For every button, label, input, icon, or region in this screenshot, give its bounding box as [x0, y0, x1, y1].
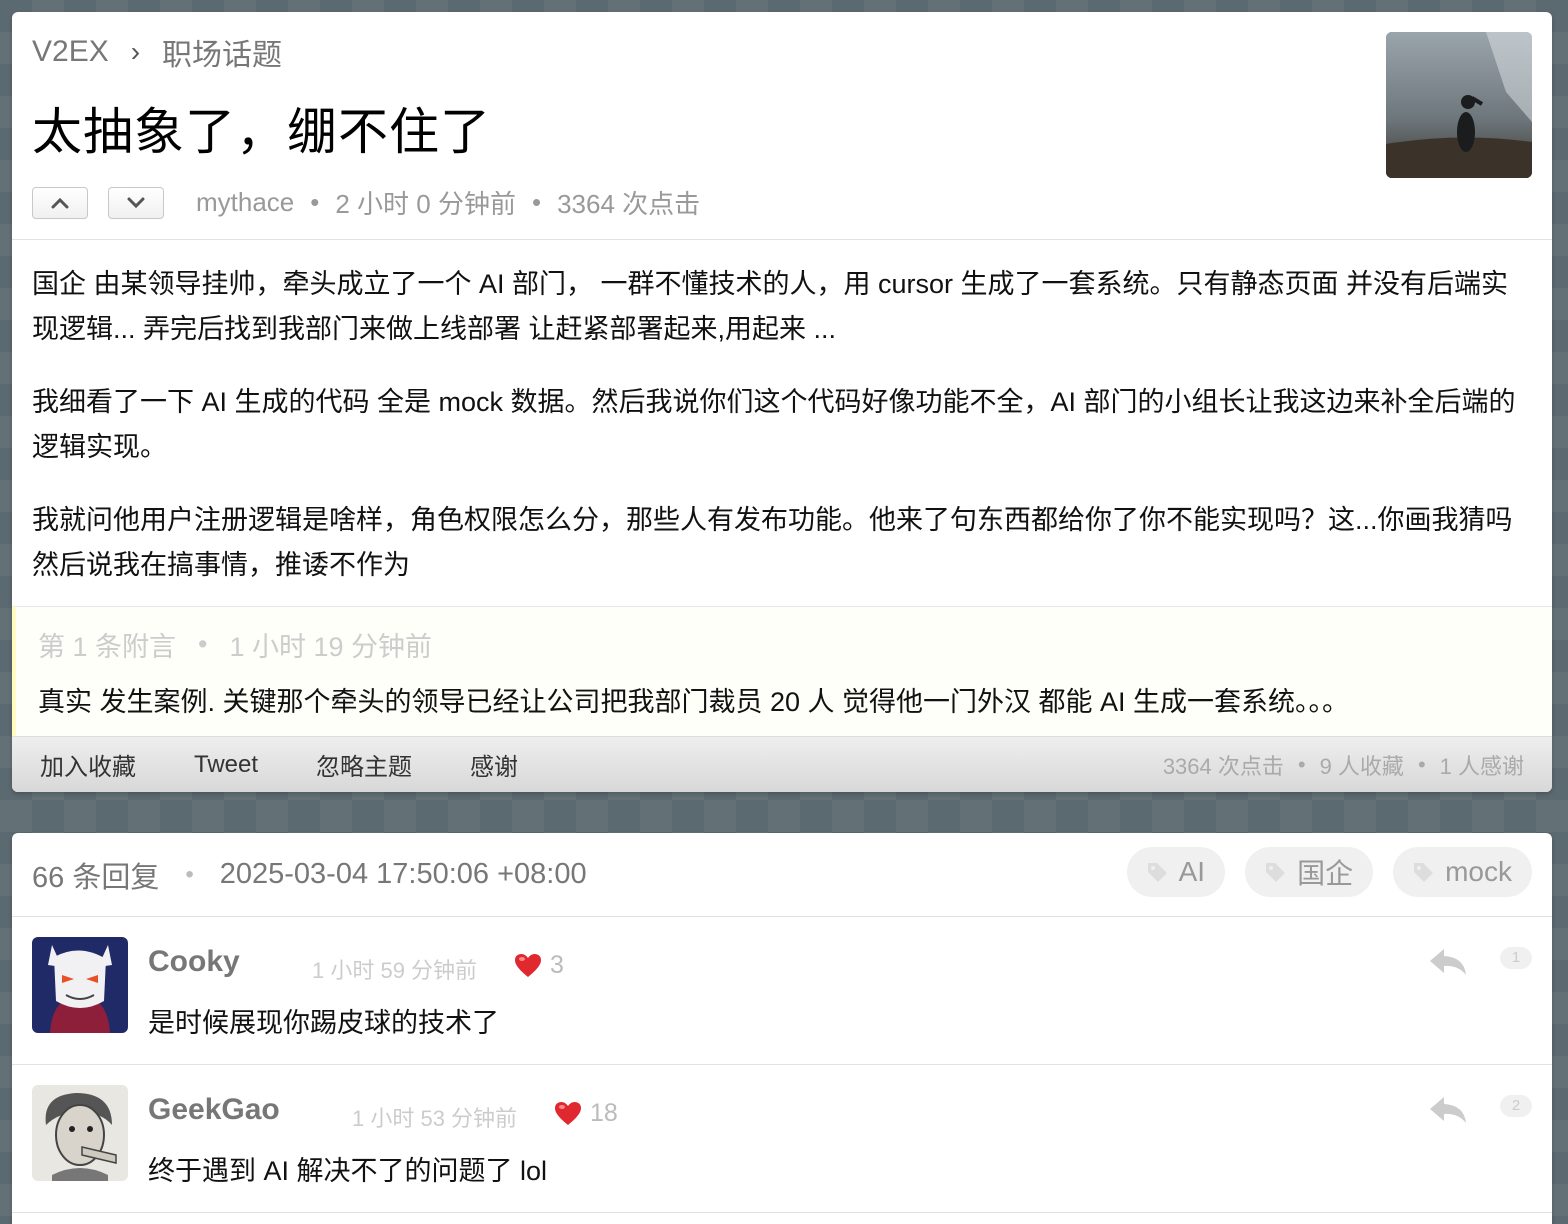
ignore-topic-button[interactable]: 忽略主题 [316, 747, 412, 782]
stat-clicks: 3364 次点击 [1162, 753, 1284, 779]
topic-paragraph: 国企 由某领导挂帅，牵头成立了一个 AI 部门， 一群不懂技术的人，用 curs… [32, 269, 1509, 344]
tag-icon [1147, 863, 1167, 882]
topic-time: 2 小时 0 分钟前 [335, 189, 516, 219]
tag-ai[interactable]: AI [1126, 847, 1226, 897]
reply-likes: 3 [514, 951, 564, 980]
meta-dot: • [310, 187, 320, 217]
reply-number: 1 [1500, 947, 1532, 969]
reply-count: 66 条回复 [32, 861, 160, 894]
reply-time: 1 小时 59 分钟前 [312, 958, 478, 983]
page-title: 太抽象了，绷不住了 [32, 104, 491, 160]
favorite-button[interactable]: 加入收藏 [40, 747, 136, 782]
appendix-label: 第 1 条附言 [38, 632, 177, 662]
reply-button[interactable] [1428, 947, 1468, 982]
tag-list: AI 国企 mock [1107, 847, 1532, 897]
meta-dot: • [1297, 751, 1306, 777]
like-count: 18 [590, 1099, 618, 1127]
author-avatar[interactable] [1386, 32, 1532, 178]
topic-stats: 3364 次点击 • 9 人收藏 • 1 人感谢 [1163, 749, 1524, 781]
avatar[interactable] [32, 937, 128, 1033]
meta-dot: • [1417, 751, 1426, 777]
breadcrumb-site-link[interactable]: V2EX [32, 35, 109, 69]
tag-label: 国企 [1297, 858, 1354, 889]
reply-datetime: 2025-03-04 17:50:06 +08:00 [219, 858, 587, 890]
reply-time: 1 小时 53 分钟前 [352, 1106, 518, 1131]
reply-item: Cooky 1 小时 59 分钟前 3 是时候展现你踢皮球的技术了 1 [12, 917, 1552, 1065]
reply-number: 2 [1500, 1095, 1532, 1117]
topic-content: 国企 由某领导挂帅，牵头成立了一个 AI 部门， 一群不懂技术的人，用 curs… [12, 240, 1552, 598]
meta-dot: • [185, 860, 194, 888]
topic-toolbar: 加入收藏 Tweet 忽略主题 感谢 3364 次点击 • 9 人收藏 • 1 … [12, 736, 1552, 792]
thank-button[interactable]: 感谢 [470, 747, 518, 782]
reply-text: 是时候展现你踢皮球的技术了 [148, 1008, 499, 1038]
reply-button[interactable] [1428, 1095, 1468, 1130]
chevron-up-icon [51, 197, 69, 208]
reply-username[interactable]: GeekGao [148, 1093, 280, 1127]
avatar[interactable] [32, 1085, 128, 1181]
replies-box: 66 条回复 • 2025-03-04 17:50:06 +08:00 AI 国… [12, 833, 1552, 1224]
tag-icon [1266, 863, 1286, 882]
reply-icon [1430, 949, 1466, 975]
chevron-down-icon [127, 197, 145, 208]
tag-mock[interactable]: mock [1393, 847, 1532, 897]
appendix-meta: 第 1 条附言 • 1 小时 19 分钟前 [38, 625, 1530, 664]
meta-dot: • [198, 629, 208, 659]
replies-header: 66 条回复 • 2025-03-04 17:50:06 +08:00 AI 国… [12, 833, 1552, 917]
vote-meta-row: mythace • 2 小时 0 分钟前 • 3364 次点击 [32, 184, 700, 221]
heart-icon [515, 953, 541, 977]
upvote-button[interactable] [32, 186, 88, 219]
reply-icon [1430, 1097, 1466, 1123]
topic-meta: mythace • 2 小时 0 分钟前 • 3364 次点击 [196, 184, 700, 221]
breadcrumb: V2EX › 职场话题 [32, 30, 282, 74]
stat-favorites: 9 人收藏 [1319, 753, 1404, 779]
tag-label: AI [1178, 856, 1206, 887]
tweet-button[interactable]: Tweet [194, 751, 258, 779]
topic-paragraph: 我细看了一下 AI 生成的代码 全是 mock 数据。然后我说你们这个代码好像功… [32, 387, 1516, 462]
reply-username[interactable]: Cooky [148, 945, 240, 979]
stat-thanks: 1 人感谢 [1439, 753, 1524, 779]
topic-paragraph: 我就问他用户注册逻辑是啥样，角色权限怎么分，那些人有发布功能。他来了句东西都给你… [32, 505, 1513, 580]
topic-appendix: 第 1 条附言 • 1 小时 19 分钟前 真实 发生案例. 关键那个牵头的领导… [12, 606, 1552, 736]
reply-text: 终于遇到 AI 解决不了的问题了 lol [148, 1156, 548, 1186]
tag-guoqi[interactable]: 国企 [1245, 847, 1374, 897]
topic-box: V2EX › 职场话题 太抽象了，绷不住了 mythace • 2 小时 0 分… [12, 12, 1552, 792]
like-count: 3 [550, 951, 564, 979]
breadcrumb-separator: › [130, 36, 141, 67]
breadcrumb-node-link[interactable]: 职场话题 [162, 30, 282, 74]
appendix-text: 真实 发生案例. 关键那个牵头的领导已经让公司把我部门裁员 20 人 觉得他一门… [38, 687, 1350, 717]
downvote-button[interactable] [108, 186, 164, 219]
reply-likes: 18 [554, 1099, 618, 1128]
tag-label: mock [1445, 856, 1512, 887]
topic-header: V2EX › 职场话题 太抽象了，绷不住了 mythace • 2 小时 0 分… [12, 12, 1552, 240]
author-link[interactable]: mythace [196, 187, 294, 218]
tag-icon [1414, 863, 1434, 882]
reply-item: GeekGao 1 小时 53 分钟前 18 终于遇到 AI 解决不了的问题了 … [12, 1065, 1552, 1213]
heart-icon [555, 1101, 581, 1125]
topic-clicks: 3364 次点击 [557, 189, 701, 219]
meta-dot: • [531, 187, 542, 217]
appendix-time: 1 小时 19 分钟前 [229, 632, 433, 662]
